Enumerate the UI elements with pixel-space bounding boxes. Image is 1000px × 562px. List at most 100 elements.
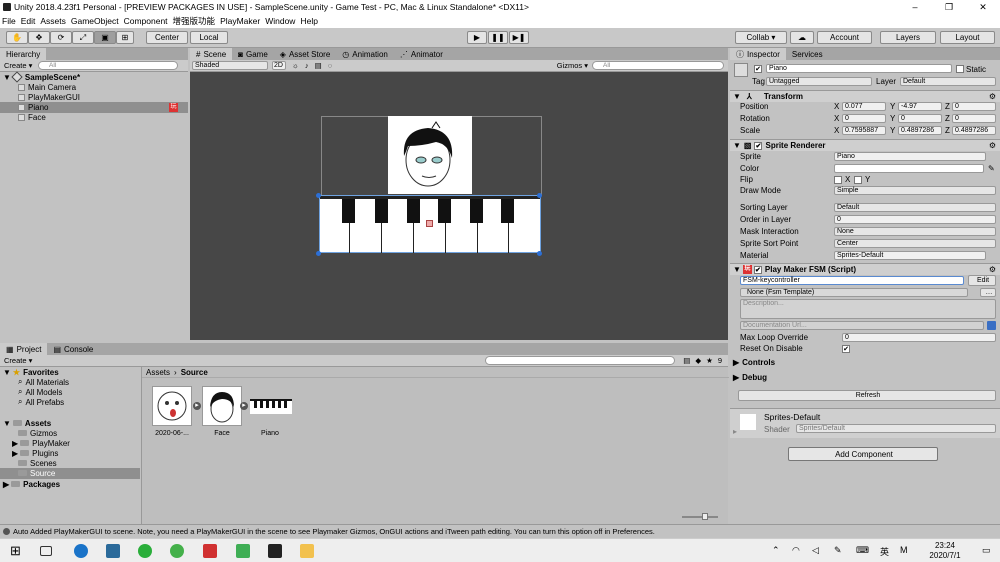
fsm-template-browse-button[interactable]: … [980, 288, 996, 297]
fsm-description-field[interactable]: Description... [740, 299, 996, 319]
filter-type-icon[interactable]: ▤ [683, 356, 690, 365]
position-z-field[interactable]: 0 [952, 102, 996, 111]
pivot-handle[interactable] [426, 220, 433, 227]
tab-game[interactable]: ◙ Game [232, 48, 274, 60]
hierarchy-item-main-camera[interactable]: Main Camera [0, 82, 188, 93]
asset-thumbnail[interactable] [152, 386, 192, 426]
hidden-objects-icon[interactable]: ◌ [328, 61, 332, 70]
controls-foldout[interactable]: ▶ Controls [730, 357, 1000, 368]
fsm-name-field[interactable]: FSM-keycontroller [740, 276, 964, 285]
app-icon[interactable] [106, 544, 120, 558]
shader-dropdown[interactable]: Sprites/Default [796, 424, 996, 433]
minimize-button[interactable]: – [898, 2, 932, 12]
rect-handle[interactable] [537, 193, 542, 198]
refresh-button[interactable]: Refresh [738, 390, 996, 401]
pause-button[interactable]: ❚❚ [488, 31, 508, 44]
menu-playmaker[interactable]: PlayMaker [220, 16, 260, 26]
2d-toggle[interactable]: 2D [272, 61, 286, 70]
unity-taskbar-icon[interactable] [268, 544, 282, 558]
position-x-field[interactable]: 0.077 [842, 102, 886, 111]
notification-icon[interactable]: ▭ [982, 545, 991, 556]
component-menu-icon[interactable]: ⚙ [989, 92, 996, 101]
piano-sprite[interactable] [319, 195, 541, 253]
scale-x-field[interactable]: 0.7595887 [842, 126, 886, 135]
hierarchy-create-button[interactable]: Create ▾ [4, 61, 38, 70]
rect-handle[interactable] [316, 193, 321, 198]
expand-arrow-icon[interactable]: ▸ [193, 402, 201, 410]
tab-animation[interactable]: ◷ Animation [336, 48, 394, 60]
add-component-button[interactable]: Add Component [788, 447, 938, 461]
tray-chevron-icon[interactable]: ⌃ [772, 545, 780, 556]
active-checkbox[interactable]: ✔ [754, 65, 762, 73]
pivot-local-button[interactable]: Local [190, 31, 228, 44]
lighting-icon[interactable]: ☼ [292, 61, 299, 70]
project-create-button[interactable]: Create ▾ [4, 356, 32, 365]
folder-item-plugins[interactable]: ▶ Plugins [0, 448, 140, 459]
scene-search-input[interactable]: All [592, 61, 724, 70]
tab-project[interactable]: ▦ Project [0, 343, 48, 355]
pivot-center-button[interactable]: Center [146, 31, 188, 44]
tab-animator[interactable]: ⋰ Animator [394, 48, 449, 60]
fsm-header[interactable]: ▼ 玩 ✔ Play Maker FSM (Script) ⚙ [730, 263, 1000, 275]
sorting-layer-dropdown[interactable]: Default [834, 203, 996, 212]
rotate-tool-icon[interactable]: ⟳ [50, 31, 72, 44]
pen-icon[interactable]: ✎ [834, 545, 842, 556]
rect-handle[interactable] [316, 251, 321, 256]
face-sprite[interactable] [388, 116, 472, 194]
rect-tool-icon[interactable]: ▣ [94, 31, 116, 44]
hierarchy-search-input[interactable]: All [38, 61, 178, 70]
breadcrumb-source[interactable]: Source [181, 368, 208, 377]
hierarchy-item-face[interactable]: Face [0, 112, 188, 123]
gizmos-dropdown[interactable]: Gizmos ▾ [557, 61, 588, 70]
filter-label-icon[interactable]: ◆ [695, 356, 701, 365]
component-menu-icon[interactable]: ⚙ [989, 141, 996, 150]
fsm-enabled-checkbox[interactable]: ✔ [753, 265, 762, 274]
tab-inspector[interactable]: ⓘ Inspector [730, 48, 786, 60]
rotation-z-field[interactable]: 0 [952, 114, 996, 123]
keyboard-icon[interactable]: ⌨ [856, 545, 869, 556]
folder-item-playmaker[interactable]: ▶ PlayMaker [0, 438, 140, 449]
slider-handle[interactable] [702, 513, 708, 520]
transform-tool-icon[interactable]: ⊞ [116, 31, 134, 44]
app-icon[interactable] [170, 544, 184, 558]
clock-date[interactable]: 2020/7/1 [920, 551, 970, 560]
sprite-renderer-header[interactable]: ▼ ▧ ✔ Sprite Renderer ⚙ [730, 139, 1000, 151]
ime-indicator[interactable]: 英 [880, 545, 889, 558]
scale-z-field[interactable]: 0.4897286 [952, 126, 996, 135]
favorite-star-icon[interactable]: ★ [706, 356, 713, 365]
hand-tool-icon[interactable]: ✋ [6, 31, 28, 44]
clock-time[interactable]: 23:24 [925, 541, 965, 550]
max-loop-field[interactable]: 0 [842, 333, 996, 342]
folder-item-scenes[interactable]: Scenes [0, 458, 140, 469]
step-button[interactable]: ▶❚ [509, 31, 529, 44]
expand-arrow-icon[interactable]: ▸ [240, 402, 248, 410]
menu-edit[interactable]: Edit [21, 16, 36, 26]
asset-thumbnail[interactable] [202, 386, 242, 426]
sprite-object-field[interactable]: Piano [834, 152, 986, 161]
eyedropper-icon[interactable]: ✎ [988, 164, 995, 173]
flip-x-checkbox[interactable] [834, 175, 842, 184]
position-y-field[interactable]: -4.97 [898, 102, 942, 111]
hierarchy-item-playmakergui[interactable]: PlayMakerGUI [0, 92, 188, 103]
effects-icon[interactable]: ▤ [315, 61, 322, 70]
sprite-renderer-enabled-checkbox[interactable]: ✔ [754, 141, 763, 150]
maximize-button[interactable]: ❐ [932, 2, 966, 13]
menu-file[interactable]: File [2, 16, 16, 26]
favorite-item[interactable]: ⌕ All Materials [0, 377, 140, 388]
menu-window[interactable]: Window [265, 16, 295, 26]
object-name-field[interactable]: Piano [766, 64, 952, 73]
favorite-item[interactable]: ⌕ All Prefabs [0, 397, 140, 408]
fsm-edit-button[interactable]: Edit [968, 275, 996, 286]
layout-dropdown[interactable]: Layout [940, 31, 995, 44]
thumbnail-size-slider[interactable] [682, 513, 718, 520]
task-view-icon[interactable] [40, 546, 52, 556]
collab-button[interactable]: Collab ▾ [735, 31, 787, 44]
network-icon[interactable]: ◠ [792, 545, 800, 556]
audio-icon[interactable]: ♪ [305, 61, 309, 70]
folder-item-gizmos[interactable]: Gizmos [0, 428, 140, 439]
packages-row[interactable]: ▶ Packages [0, 479, 140, 490]
mask-dropdown[interactable]: None [834, 227, 996, 236]
volume-icon[interactable]: ◁ [812, 545, 819, 556]
tab-hierarchy[interactable]: Hierarchy [0, 48, 47, 60]
rotation-y-field[interactable]: 0 [898, 114, 942, 123]
